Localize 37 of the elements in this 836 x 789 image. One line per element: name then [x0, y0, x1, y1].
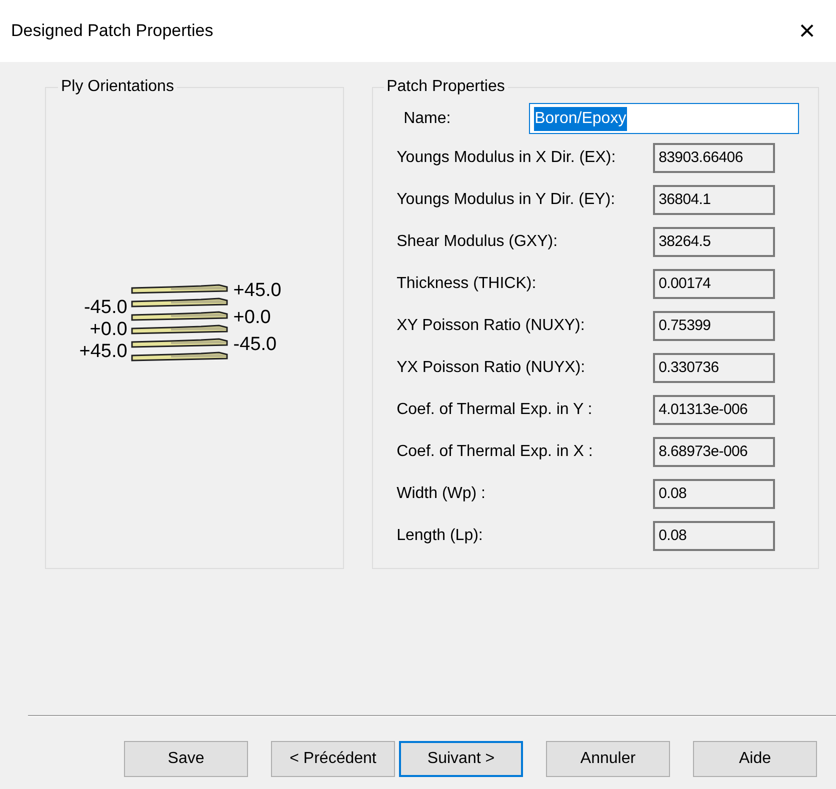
input-field[interactable]: 0.75399	[652, 311, 775, 341]
window-title: Designed Patch Properties	[11, 20, 214, 42]
input-field[interactable]: 4.01313e-006	[652, 395, 775, 425]
field-label: Length (Lp):	[396, 526, 484, 546]
ply-angle-label: +45.0	[79, 340, 128, 362]
dialog-button[interactable]: Save	[124, 741, 248, 777]
dialog-button[interactable]: < Précédent	[271, 741, 395, 777]
field-label: Width (Wp) :	[396, 484, 486, 504]
input-field[interactable]: 38264.5	[652, 227, 775, 257]
field-label: Coef. of Thermal Exp. in Y :	[396, 400, 594, 420]
group-title: Ply Orientations	[60, 77, 175, 97]
input-field[interactable]: 83903.66406	[652, 143, 775, 173]
field-label: Youngs Modulus in X Dir. (EX):	[396, 148, 617, 168]
field-label: Coef. of Thermal Exp. in X :	[396, 442, 594, 462]
field-label: Name:	[404, 108, 452, 128]
ply-angle-label: +0.0	[233, 306, 271, 330]
dialog-button[interactable]: Aide	[693, 741, 817, 777]
ply-angle-label: -45.0	[84, 296, 128, 318]
field-label: XY Poisson Ratio (NUXY):	[396, 316, 586, 336]
ply-angle-label: +0.0	[90, 318, 128, 340]
close-button[interactable]: ×	[792, 16, 822, 46]
dialog-button[interactable]: Annuler	[546, 741, 670, 777]
input-field[interactable]: 0.330736	[652, 353, 775, 383]
field-label: Thickness (THICK):	[396, 274, 538, 294]
ply-angle-label: +45.0	[233, 279, 282, 303]
name-field[interactable]: Boron/Epoxy	[528, 103, 799, 134]
field-label: Youngs Modulus in Y Dir. (EY):	[396, 190, 616, 210]
input-field[interactable]: 36804.1	[652, 185, 775, 215]
group-title: Patch Properties	[386, 77, 506, 97]
input-field[interactable]: 0.08	[652, 521, 775, 551]
input-field[interactable]: 8.68973e-006	[652, 437, 775, 467]
ply-angle-label: -45.0	[233, 333, 277, 357]
dialog-button[interactable]: Suivant >	[399, 741, 523, 777]
input-field[interactable]: 0.08	[652, 479, 775, 509]
field-label: Shear Modulus (GXY):	[396, 232, 559, 252]
input-field[interactable]: 0.00174	[652, 269, 775, 299]
field-label: YX Poisson Ratio (NUYX):	[396, 358, 586, 378]
